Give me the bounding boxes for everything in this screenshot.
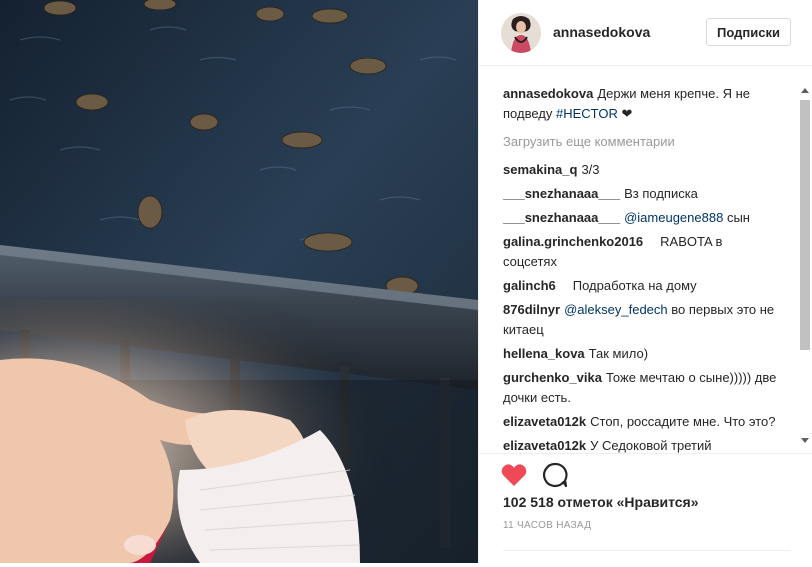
caption: annasedokova Держи меня крепче. Я не подв… [503, 84, 793, 124]
comment-text: Стоп, россадите мне. Что это? [590, 414, 776, 429]
comment-item: elizaveta012k Стоп, россадите мне. Что эт… [503, 412, 793, 432]
post-photo[interactable] [0, 0, 478, 563]
following-button[interactable]: Подписки [706, 18, 791, 46]
comment-item: galina.grinchenko2016 RABOTA в соцсетях [503, 232, 793, 272]
heart-icon[interactable] [501, 463, 527, 487]
comments-scrollbar[interactable] [798, 80, 812, 452]
comment-username[interactable]: elizaveta012k [503, 438, 586, 453]
comment-bubble-icon[interactable] [542, 462, 568, 488]
post-actions: 102 518 отметок «Нравится» 11 ЧАСОВ НАЗА… [479, 453, 812, 563]
comment-username[interactable]: ___snezhanaaa___ [503, 210, 620, 225]
add-comment-divider [503, 550, 791, 567]
comment-item: semakina_q 3/3 [503, 160, 793, 180]
load-more-comments-link[interactable]: Загрузить еще комментарии [503, 132, 793, 152]
caption-hashtag[interactable]: #HECTOR [556, 106, 618, 121]
likes-count[interactable]: 102 518 отметок «Нравится» [503, 494, 699, 510]
comment-mention[interactable]: @iameugene888 [624, 210, 723, 225]
comment-text: Вз подписка [624, 186, 698, 201]
comment-item: elizaveta012k У Седоковой третий [503, 436, 793, 454]
post-sidebar: annasedokova Подписки annasedokova Держи … [478, 0, 812, 563]
comment-item: 876dilnyr @aleksey_fedech во первых это н… [503, 300, 793, 340]
comment-username[interactable]: elizaveta012k [503, 414, 586, 429]
comment-text: сын [726, 210, 750, 225]
comment-text: Так мило) [588, 346, 649, 361]
comment-username[interactable]: gurchenko_vika [503, 370, 602, 385]
comment-username[interactable]: galina.grinchenko2016 [503, 234, 643, 249]
heart-emoji: ❤ [621, 106, 633, 121]
comment-mention[interactable]: @aleksey_fedech [564, 302, 668, 317]
comment-text: 3/3 [581, 162, 600, 177]
header-username[interactable]: annasedokova [553, 24, 650, 40]
comment-username[interactable]: 876dilnyr [503, 302, 560, 317]
comment-item: galinch6 Подработка на дому [503, 276, 793, 296]
comment-username[interactable]: hellena_kova [503, 346, 585, 361]
post-header: annasedokova Подписки [479, 0, 812, 66]
post-timestamp[interactable]: 11 ЧАСОВ НАЗАД [503, 520, 591, 531]
scroll-up-arrow-icon[interactable] [801, 88, 809, 93]
comment-item: gurchenko_vika Тоже мечтаю о сыне))))) дв… [503, 368, 793, 408]
comment-item: hellena_kova Так мило) [503, 344, 793, 364]
comment-text: Подработка на дому [559, 278, 749, 293]
avatar[interactable] [501, 13, 541, 53]
comment-text: У Седоковой третий [590, 438, 712, 453]
comment-item: ___snezhanaaa___ @iameugene888 сын [503, 208, 793, 228]
comment-item: ___snezhanaaa___ Вз подписка [503, 184, 793, 204]
scroll-down-arrow-icon[interactable] [801, 438, 809, 443]
comments-list: annasedokova Держи меня крепче. Я не подв… [503, 84, 793, 454]
avatar-image [501, 13, 541, 53]
comment-username[interactable]: semakina_q [503, 162, 577, 177]
caption-username[interactable]: annasedokova [503, 86, 593, 101]
comment-username[interactable]: galinch6 [503, 278, 556, 293]
scroll-thumb[interactable] [800, 100, 810, 350]
photo-illustration [0, 0, 478, 563]
comment-username[interactable]: ___snezhanaaa___ [503, 186, 620, 201]
